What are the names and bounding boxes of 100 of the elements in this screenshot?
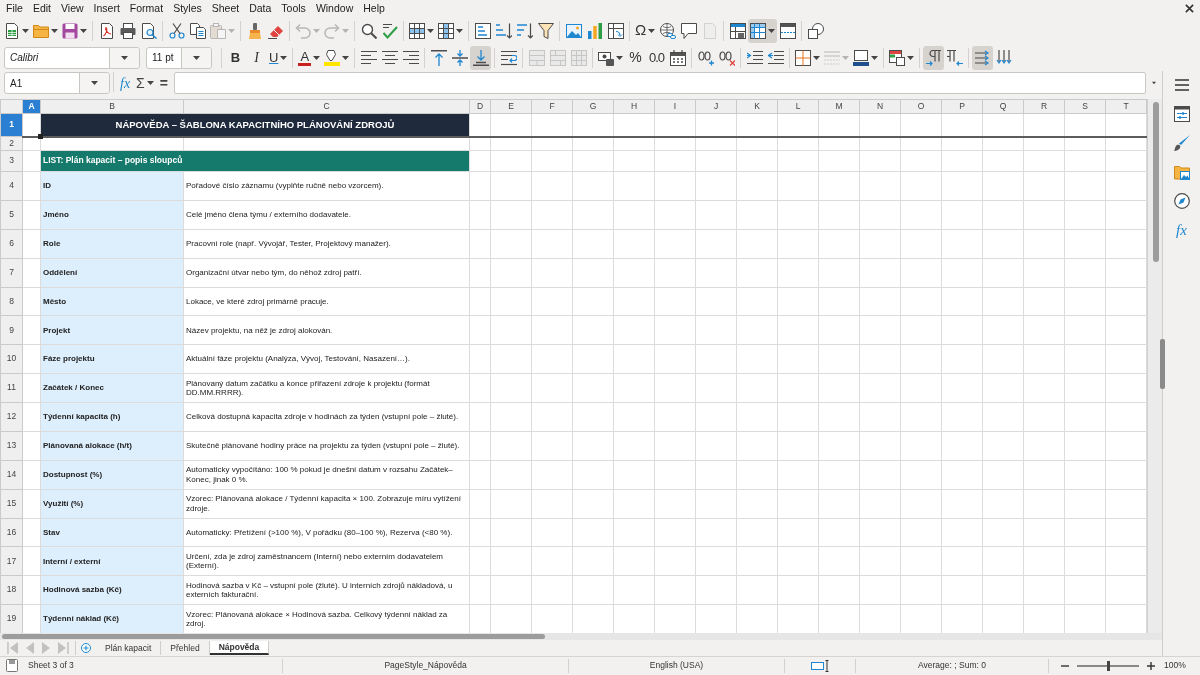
sheet-tab[interactable]: Nápověda [209,641,270,655]
formula-button[interactable]: = [156,72,171,94]
dropdown-button[interactable] [181,47,211,68]
horizontal-text-button[interactable] [972,45,994,70]
row-header[interactable]: 3 [0,150,23,172]
functions-button[interactable]: fx [1176,222,1187,238]
document-status-button[interactable] [4,658,20,673]
row-header[interactable]: 14 [0,460,23,490]
row-header[interactable]: 8 [0,287,23,316]
column-header[interactable]: H [613,99,655,114]
row-header[interactable]: 18 [0,575,23,605]
column-header[interactable]: L [777,99,819,114]
row-header[interactable]: 6 [0,229,23,259]
row-header[interactable]: 11 [0,373,23,403]
globe-link-icon [659,22,676,39]
font-color-button[interactable]: A [296,45,323,70]
left-to-right-button[interactable] [923,45,945,70]
row-header[interactable]: 12 [0,402,23,432]
triangle-left-icon [25,641,35,655]
freeze-panes-button[interactable] [748,18,778,43]
freeze-panes-icon [750,22,767,39]
description-cell: Automaticky vypočítáno: 100 % pokud je dnešní datum v rozsahu Začátek–Konec, jinak 0 %. [183,460,470,490]
menu-item[interactable]: Tools [276,0,311,17]
row-header[interactable]: 10 [0,344,23,374]
column-header[interactable]: P [941,99,983,114]
row-header[interactable]: 16 [0,518,23,547]
column-header[interactable]: G [572,99,614,114]
row-header[interactable]: 17 [0,546,23,576]
navigator-button[interactable] [1173,193,1190,209]
horizontal-scrollbar[interactable] [0,633,1162,640]
styles-button[interactable] [1173,135,1190,151]
menu-item[interactable]: View [56,0,89,17]
menu-item[interactable]: Insert [88,0,125,17]
vertical-scrollbar[interactable] [1147,99,1162,633]
column-header[interactable]: D [469,99,491,114]
field-name-cell: Role [40,229,184,259]
fill-handle-icon[interactable] [38,133,43,139]
column-header[interactable]: R [1023,99,1065,114]
column-header[interactable]: J [695,99,737,114]
column-header[interactable]: N [859,99,901,114]
sort-descending-icon [516,22,533,39]
sheet-tab[interactable]: Plán kapacit [96,641,162,655]
column-header[interactable]: O [900,99,942,114]
dropdown-button[interactable] [79,73,109,93]
italic-button[interactable]: I [246,45,267,70]
column-header[interactable]: E [490,99,532,114]
field-name-cell: Týdenní náklad (Kč) [40,604,184,633]
formula-input[interactable] [173,72,1146,94]
caret-icon [342,55,350,60]
number-format-button[interactable]: 0.0 [646,45,668,70]
row-header[interactable]: 15 [0,489,23,518]
function-wizard-button[interactable]: fx [117,72,134,94]
name-box[interactable]: A1 [4,72,110,94]
menu-item[interactable]: Format [124,0,169,17]
bold-button[interactable]: B [225,45,246,70]
font-name-box[interactable]: Calibri [4,46,140,69]
row-header[interactable]: 13 [0,431,23,461]
row-header[interactable]: 9 [0,315,23,345]
menu-item[interactable]: Data [244,0,277,17]
row-header[interactable]: 7 [0,258,23,287]
slider-thumb[interactable] [1107,660,1110,671]
triangle-right-icon [41,641,51,655]
menu-item[interactable]: Sheet [206,0,245,17]
column-header[interactable]: F [531,99,573,114]
column-header[interactable]: K [736,99,778,114]
paragraph-arrow-right-icon [925,49,942,66]
column-header[interactable]: T [1105,99,1147,114]
menu-item[interactable]: Edit [27,0,56,17]
column-header[interactable]: C [183,99,470,114]
menu-item[interactable]: Styles [168,0,207,17]
percent-format-button[interactable]: % [625,45,647,70]
column-header[interactable]: S [1064,99,1106,114]
sidebar-handle[interactable] [1160,339,1165,389]
row-header[interactable]: 4 [0,171,23,201]
sidebar-menu-button[interactable] [1174,77,1189,93]
row-header[interactable]: 5 [0,200,23,230]
gallery-button[interactable] [1173,164,1190,180]
sum-button[interactable]: Σ [133,72,157,94]
font-size-box[interactable]: 11 pt [146,46,212,69]
field-name-cell: Začátek / Konec [40,373,184,403]
menu-item[interactable]: Help [358,0,390,17]
special-character-button[interactable]: Ω [633,18,658,43]
undo-icon [295,22,311,39]
column-header[interactable]: B [40,99,184,114]
row-header[interactable]: 19 [0,604,23,633]
dropdown-button[interactable] [109,47,139,68]
menu-item[interactable]: Window [310,0,359,17]
scrollbar-thumb[interactable] [2,634,545,639]
align-bottom-button[interactable] [470,45,492,70]
menu-item[interactable]: File [1,0,28,17]
column-header[interactable]: M [818,99,860,114]
underline-button[interactable]: U [267,45,290,70]
row-header[interactable]: 1 [0,113,23,137]
caret-icon [871,55,879,60]
sheet-tab[interactable]: Přehled [161,641,210,655]
column-header[interactable]: Q [982,99,1024,114]
column-header[interactable]: I [654,99,696,114]
properties-button[interactable] [1173,106,1190,122]
scrollbar-thumb[interactable] [1153,102,1159,262]
split-cells-icon [570,49,587,66]
